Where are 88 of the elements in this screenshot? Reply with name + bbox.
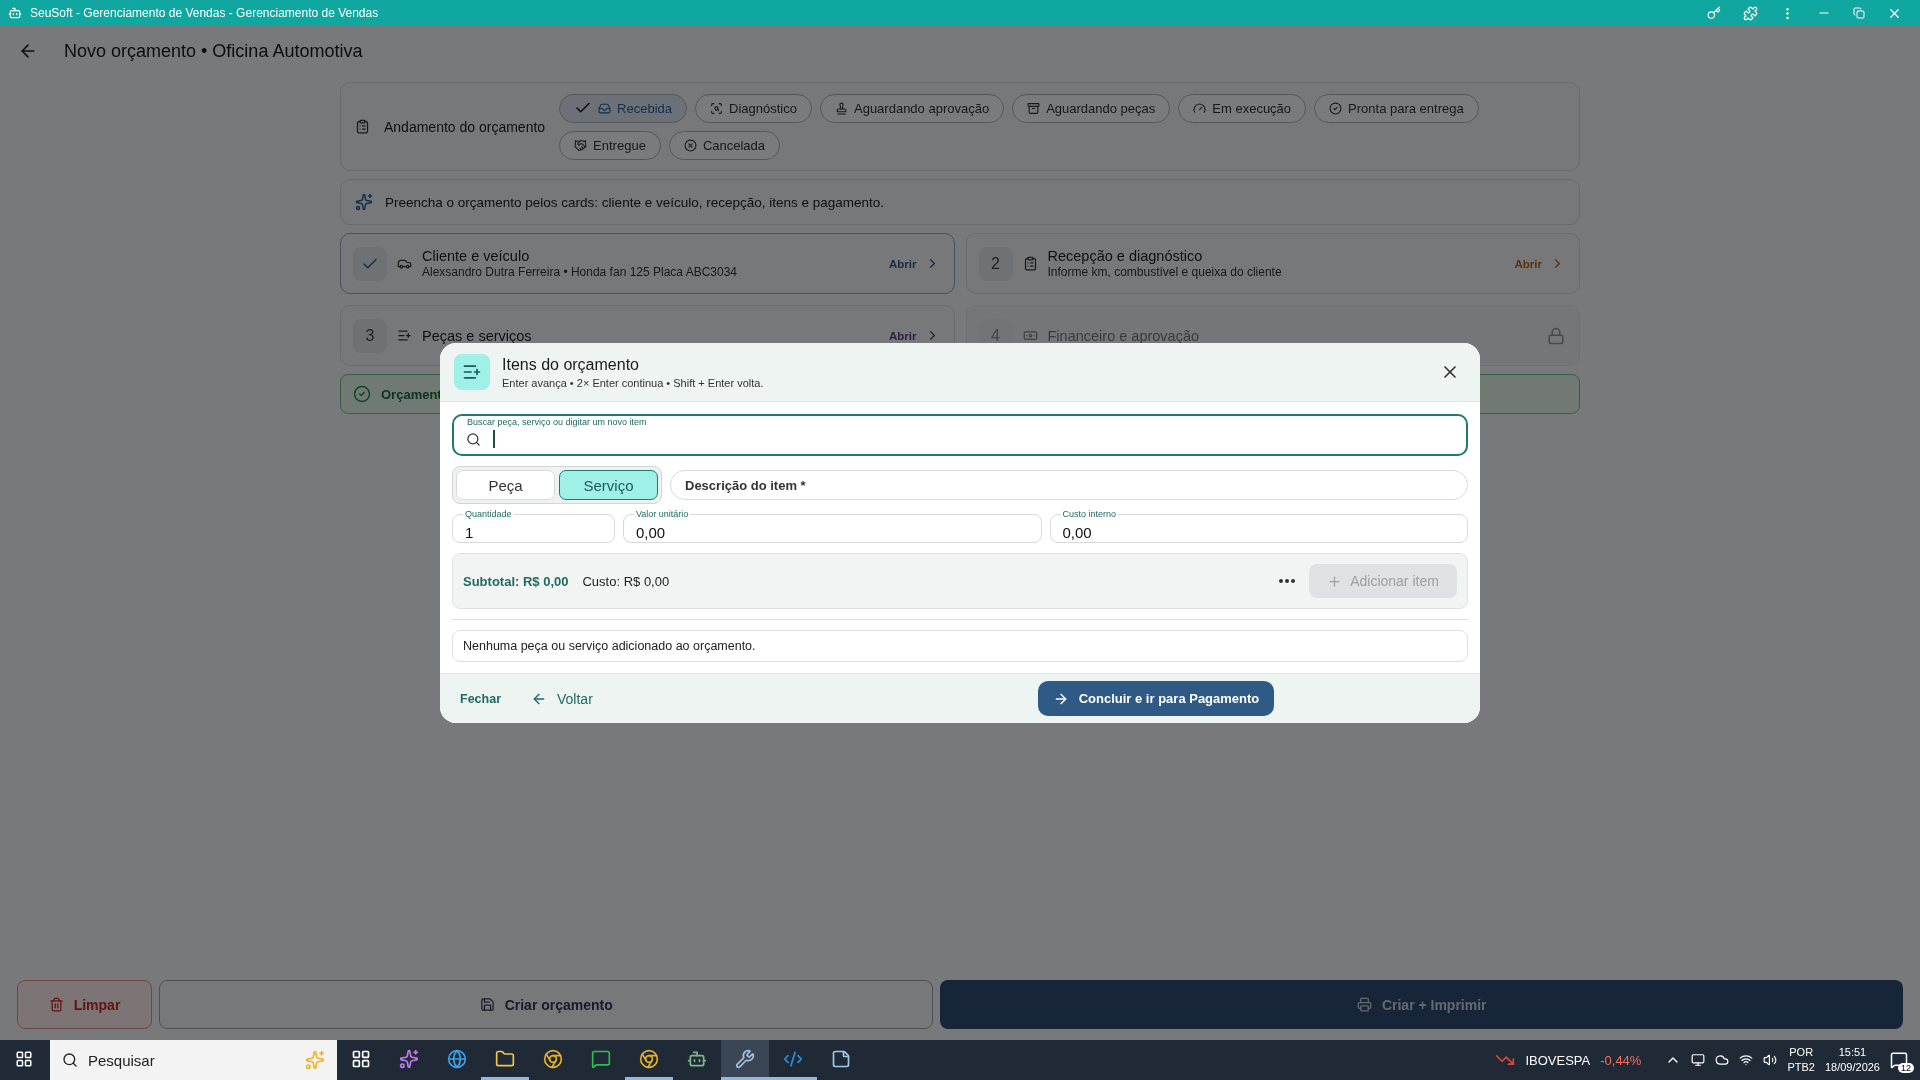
sparkle-app-icon <box>399 1048 419 1069</box>
taskbar-search[interactable]: Pesquisar <box>50 1040 337 1080</box>
create-button[interactable]: Criar orçamento <box>159 980 934 1029</box>
page-title: Novo orçamento • Oficina Automotiva <box>64 40 363 62</box>
card-title: Financeiro e aprovação <box>1047 327 1201 344</box>
network-icon[interactable] <box>1739 1053 1754 1067</box>
browser-icon <box>639 1048 659 1069</box>
stage-chip[interactable]: Recebida <box>559 93 688 123</box>
wrench-icon <box>735 1048 755 1069</box>
stage-chip[interactable]: Aguardando peças <box>1012 93 1171 123</box>
card-subtitle: Alexsandro Dutra Ferreira • Honda fan 125 Placa ABC3034 <box>422 265 739 279</box>
form-icon <box>1022 256 1038 271</box>
progress-label: Andamento do orçamento <box>384 118 546 135</box>
search-icon <box>710 101 724 115</box>
chat-icon <box>591 1048 611 1069</box>
inbox-icon <box>598 101 612 115</box>
search-icon <box>62 1052 78 1068</box>
dialog-subtitle: Enter avança • 2× Enter continua • Shift + Enter volta. <box>502 376 765 389</box>
more-icon <box>1279 579 1295 583</box>
note-icon <box>831 1048 851 1069</box>
stage-chip[interactable]: Entregue <box>559 130 661 160</box>
trash-icon <box>48 997 64 1012</box>
field-label: Valor unitário <box>634 509 691 519</box>
notification-count: 12 <box>1898 1063 1914 1073</box>
keyboard-language[interactable]: POR PTB2 <box>1787 1045 1815 1075</box>
cloud-icon[interactable] <box>1715 1053 1730 1067</box>
stage-chip[interactable]: Aguardando aprovação <box>820 93 1005 123</box>
volume-icon[interactable] <box>1763 1053 1778 1067</box>
archive-icon <box>1027 101 1041 115</box>
cancel-icon <box>683 138 697 152</box>
save-icon <box>479 997 495 1012</box>
key-icon[interactable] <box>1707 6 1721 20</box>
stage-chip[interactable]: Em execução <box>1178 93 1307 123</box>
card-title: Peças e serviços <box>422 327 533 344</box>
browser-icon <box>447 1048 467 1069</box>
text-cursor <box>493 430 495 448</box>
task-view-icon <box>351 1048 371 1069</box>
close-link[interactable]: Fechar <box>460 691 501 706</box>
list-add-icon <box>397 328 412 343</box>
open-link[interactable]: Abrir <box>1514 256 1565 271</box>
cost-text: Custo: R$ 0,00 <box>582 573 671 589</box>
type-option[interactable]: Peça <box>456 470 555 500</box>
stage-chip[interactable]: Pronta para entrega <box>1314 93 1479 123</box>
step-card[interactable]: Cliente e veículo Alexsandro Dutra Ferreira • Honda fan 125 Placa ABC3034 Abrir <box>340 233 955 294</box>
card-title: Cliente e veículo <box>422 248 531 264</box>
card-title: Recepção e diagnóstico <box>1047 248 1204 264</box>
plus-icon <box>1327 573 1343 589</box>
back-button[interactable]: Voltar <box>531 690 593 707</box>
hint-text: Preencha o orçamento pelos cards: cliente e veículo, recepção, itens e pagamento. <box>385 194 885 210</box>
step-number: 2 <box>978 246 1013 281</box>
ticker-change: -0,44% <box>1600 1052 1642 1068</box>
monitor-icon[interactable] <box>1691 1053 1706 1067</box>
clock[interactable]: 15:51 18/09/2026 <box>1824 1045 1880 1075</box>
field-label: Custo interno <box>1060 509 1119 519</box>
banner-text: Orçament <box>381 386 442 402</box>
stamp-icon <box>835 101 848 115</box>
step-card[interactable]: 2 Recepção e diagnóstico Informe km, combustível e queixa do cliente Abrir <box>965 233 1580 294</box>
check-icon <box>1329 101 1343 115</box>
app-logo-icon <box>8 6 22 20</box>
stage-chip[interactable]: Diagnóstico <box>695 93 812 123</box>
description-field[interactable]: Descrição do item * <box>670 470 1468 500</box>
search-icon <box>466 431 481 447</box>
extension-icon[interactable] <box>1743 5 1758 21</box>
windows-icon <box>15 1049 33 1068</box>
subtotal-text: Subtotal: R$ 0,00 <box>463 573 569 589</box>
clear-button[interactable]: Limpar <box>17 980 152 1029</box>
create-print-button[interactable]: Criar + Imprimir <box>940 980 1903 1029</box>
folder-icon <box>495 1048 515 1069</box>
sparkle-icon <box>305 1050 325 1070</box>
stage-chip[interactable]: Cancelada <box>668 130 781 160</box>
finish-button[interactable]: Concluir e ir para Pagamento <box>1038 681 1274 716</box>
open-link[interactable]: Abrir <box>889 328 940 343</box>
check-icon <box>353 385 371 403</box>
field-label: Quantidade <box>463 509 514 519</box>
printer-icon <box>1356 997 1372 1012</box>
search-field[interactable]: Buscar peça, serviço ou digitar um novo item <box>452 414 1468 456</box>
card-subtitle: Informe km, combustível e queixa do cliente <box>1047 265 1283 279</box>
ticker-name: IBOVESPA <box>1525 1052 1591 1068</box>
gauge-icon <box>1193 101 1207 115</box>
sparkle-icon <box>355 193 373 211</box>
browser-icon <box>543 1048 563 1069</box>
handshake-icon <box>574 138 588 152</box>
type-option[interactable]: Serviço <box>559 470 658 500</box>
open-link[interactable]: Abrir <box>889 256 940 271</box>
empty-message: Nenhuma peça ou serviço adicionado ao orçamento. <box>452 630 1468 662</box>
step-number: 3 <box>353 318 387 353</box>
window-title: SeuSoft - Gerenciamento de Vendas - Gerenciamento de Vendas <box>30 6 380 20</box>
more-button[interactable] <box>1279 579 1295 583</box>
